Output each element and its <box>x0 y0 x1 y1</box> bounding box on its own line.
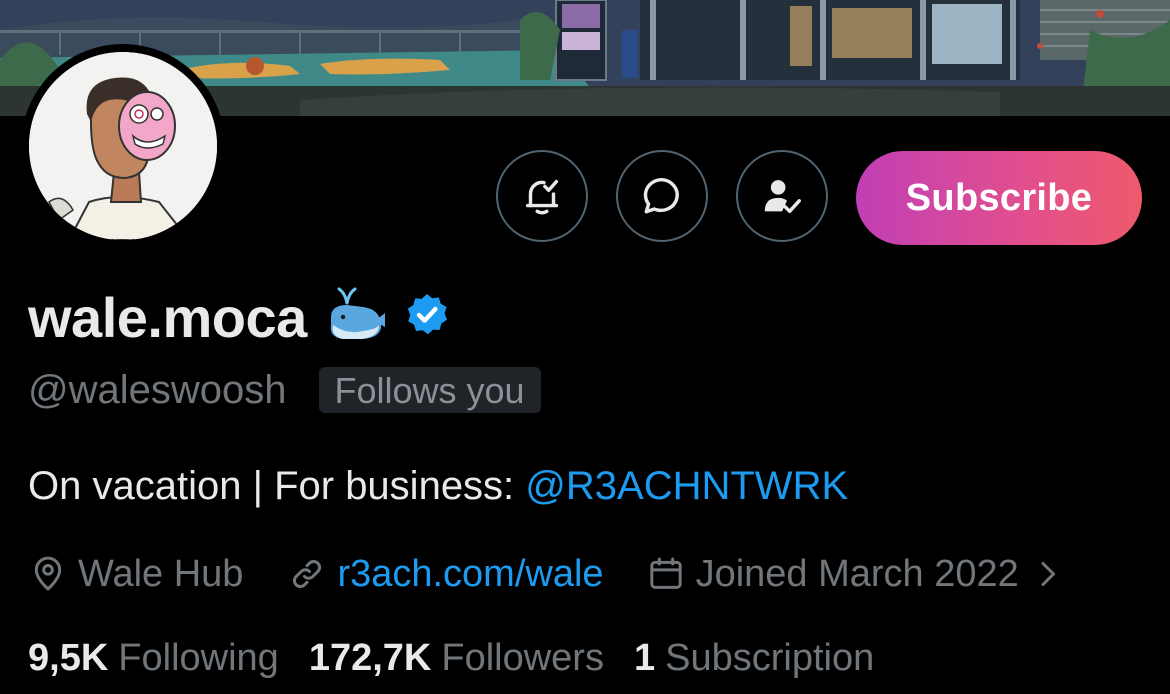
website-link[interactable]: r3ach.com/wale <box>337 553 603 596</box>
location-text: Wale Hub <box>78 552 244 595</box>
profile-name-row: wale.moca <box>28 282 451 352</box>
chat-bubble-icon <box>643 177 679 214</box>
avatar-image <box>29 52 217 240</box>
following-stat[interactable]: 9,5K Following <box>28 637 279 680</box>
link-icon <box>293 560 322 588</box>
followers-count: 172,7K <box>308 636 432 679</box>
followers-label: Followers <box>441 636 604 679</box>
profile-meta: Wale Hub r3ach.com/wale Joined March 202… <box>28 548 1073 600</box>
display-name: wale.moca <box>28 285 307 349</box>
bell-check-icon <box>525 179 559 215</box>
website-item[interactable]: r3ach.com/wale <box>287 553 604 596</box>
location-pin-icon <box>34 556 62 591</box>
avatar[interactable] <box>21 44 225 248</box>
subscriptions-label: Subscription <box>665 636 875 679</box>
handle-row: @waleswoosh Follows you <box>28 364 541 416</box>
bio-text: On vacation | For business: <box>28 464 526 508</box>
message-button[interactable] <box>616 150 708 242</box>
chevron-right-icon[interactable] <box>1035 556 1073 592</box>
following-button[interactable] <box>736 150 828 242</box>
subscriptions-count: 1 <box>633 636 656 679</box>
follows-you-badge: Follows you <box>318 367 541 413</box>
followers-stat[interactable]: 172,7K Followers <box>309 637 604 680</box>
subscribe-button[interactable]: Subscribe <box>856 151 1142 245</box>
profile-handle: @waleswoosh <box>28 367 287 412</box>
bio-mention-link[interactable]: @R3ACHNTWRK <box>525 464 848 508</box>
person-check-icon <box>764 180 801 214</box>
location-item: Wale Hub <box>28 553 243 596</box>
whale-emoji-icon <box>323 285 389 350</box>
notifications-button[interactable] <box>496 150 588 242</box>
joined-text: Joined March 2022 <box>695 552 1019 595</box>
verified-badge-icon[interactable] <box>403 291 451 344</box>
calendar-icon <box>649 557 682 589</box>
following-count: 9,5K <box>28 636 109 679</box>
following-label: Following <box>118 636 279 679</box>
profile-page: Subscribe wale.moca @waleswoosh Follows … <box>0 0 1170 694</box>
profile-stats: 9,5K Following 172,7K Followers 1 Subscr… <box>28 632 874 684</box>
joined-item[interactable]: Joined March 2022 <box>646 553 1073 596</box>
profile-bio: On vacation | For business: @R3ACHNTWRK <box>28 464 848 509</box>
subscriptions-stat[interactable]: 1 Subscription <box>634 637 874 680</box>
